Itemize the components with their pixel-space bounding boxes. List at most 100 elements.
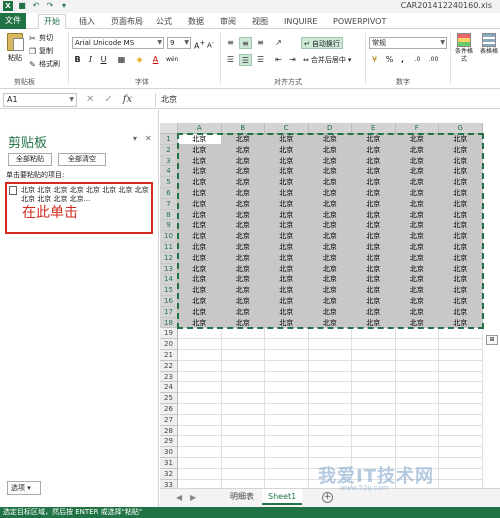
- cell[interactable]: [352, 393, 396, 404]
- column-header-a[interactable]: A: [178, 123, 222, 134]
- increase-font-icon[interactable]: A+: [194, 37, 205, 51]
- cell[interactable]: 北京: [265, 252, 309, 264]
- cell[interactable]: 北京: [308, 177, 352, 188]
- cell[interactable]: [395, 339, 439, 350]
- cell[interactable]: 北京: [221, 209, 265, 221]
- cell[interactable]: [178, 468, 222, 480]
- cell[interactable]: [395, 393, 439, 404]
- row-header[interactable]: 31: [160, 458, 178, 469]
- cell[interactable]: 北京: [395, 263, 439, 275]
- italic-icon[interactable]: I: [85, 54, 96, 66]
- cell[interactable]: 北京: [352, 285, 396, 296]
- percent-icon[interactable]: %: [384, 54, 395, 66]
- cell[interactable]: 北京: [308, 155, 352, 167]
- row-header[interactable]: 16: [160, 296, 178, 307]
- cell[interactable]: [395, 436, 439, 448]
- cell[interactable]: 北京: [221, 198, 265, 210]
- row-header[interactable]: 19: [160, 328, 178, 340]
- cell[interactable]: 北京: [178, 198, 222, 210]
- sheet-tab-sheet1[interactable]: Sheet1: [262, 489, 303, 505]
- format-as-table-button[interactable]: 表格格: [478, 33, 500, 56]
- cell[interactable]: 北京: [439, 155, 483, 167]
- paste-button[interactable]: 粘贴: [4, 33, 26, 69]
- cancel-icon[interactable]: ✕: [86, 93, 94, 107]
- cell[interactable]: 北京: [265, 274, 309, 286]
- cell[interactable]: [265, 350, 309, 361]
- cell[interactable]: 北京: [352, 306, 396, 318]
- cell[interactable]: [352, 436, 396, 448]
- format-painter-button[interactable]: ✎ 格式刷: [28, 59, 60, 70]
- name-box[interactable]: A1 ▼: [3, 93, 77, 107]
- cell[interactable]: 北京: [352, 198, 396, 210]
- row-header[interactable]: 15: [160, 285, 178, 296]
- row-header[interactable]: 9: [160, 220, 178, 232]
- cell[interactable]: [439, 393, 483, 404]
- cell[interactable]: [178, 425, 222, 437]
- cell[interactable]: 北京: [308, 209, 352, 221]
- cell[interactable]: 北京: [439, 317, 483, 329]
- cell[interactable]: [439, 479, 483, 488]
- cell[interactable]: [395, 425, 439, 437]
- cell[interactable]: 北京: [352, 231, 396, 242]
- cell[interactable]: [439, 350, 483, 361]
- row-header[interactable]: 22: [160, 360, 178, 372]
- cell[interactable]: 北京: [352, 263, 396, 275]
- cell[interactable]: [265, 328, 309, 340]
- row-header[interactable]: 12: [160, 252, 178, 264]
- cell[interactable]: [308, 350, 352, 361]
- cell[interactable]: 北京: [352, 252, 396, 264]
- cell[interactable]: 北京: [265, 285, 309, 296]
- cell[interactable]: [439, 382, 483, 394]
- cell[interactable]: 北京: [439, 231, 483, 242]
- cell[interactable]: [352, 447, 396, 458]
- options-button[interactable]: 选项 ▾: [7, 481, 41, 495]
- copy-button[interactable]: ❐ 复制: [28, 46, 53, 57]
- cell[interactable]: 北京: [178, 166, 222, 178]
- cell[interactable]: [221, 458, 265, 469]
- cell[interactable]: 北京: [308, 252, 352, 264]
- cell[interactable]: 北京: [439, 263, 483, 275]
- cell[interactable]: [265, 479, 309, 488]
- cell[interactable]: [221, 328, 265, 340]
- insert-function-icon[interactable]: fx: [123, 93, 132, 107]
- tab-powerpivot[interactable]: POWERPIVOT: [328, 15, 391, 28]
- cell[interactable]: [265, 458, 309, 469]
- cell[interactable]: [352, 425, 396, 437]
- cell[interactable]: 北京: [265, 231, 309, 242]
- cell[interactable]: 北京: [395, 188, 439, 199]
- cell[interactable]: 北京: [178, 155, 222, 167]
- cell[interactable]: [221, 414, 265, 426]
- cell[interactable]: [352, 382, 396, 394]
- tab-formulas[interactable]: 公式: [151, 15, 177, 28]
- cell[interactable]: 北京: [265, 317, 309, 329]
- cell[interactable]: [221, 436, 265, 448]
- active-cell[interactable]: 北京: [178, 134, 222, 145]
- cell[interactable]: 北京: [352, 296, 396, 307]
- cell[interactable]: [221, 350, 265, 361]
- add-sheet-icon[interactable]: +: [322, 492, 333, 503]
- row-header[interactable]: 8: [160, 209, 178, 221]
- cell[interactable]: 北京: [265, 296, 309, 307]
- cell[interactable]: [395, 350, 439, 361]
- cell[interactable]: 北京: [395, 177, 439, 188]
- cell[interactable]: 北京: [178, 188, 222, 199]
- cell[interactable]: [395, 360, 439, 372]
- cell[interactable]: [439, 360, 483, 372]
- cell[interactable]: [352, 339, 396, 350]
- cell[interactable]: [221, 468, 265, 480]
- cell[interactable]: 北京: [178, 306, 222, 318]
- cell[interactable]: [308, 371, 352, 383]
- cell[interactable]: [352, 371, 396, 383]
- row-header[interactable]: 24: [160, 382, 178, 394]
- cell[interactable]: 北京: [395, 198, 439, 210]
- column-header-d[interactable]: D: [308, 123, 352, 134]
- cell[interactable]: 北京: [308, 144, 352, 156]
- border-icon[interactable]: ▦: [116, 54, 127, 66]
- row-header[interactable]: 3: [160, 155, 178, 167]
- cell[interactable]: 北京: [352, 155, 396, 167]
- row-header[interactable]: 32: [160, 468, 178, 480]
- clear-all-button[interactable]: 全部清空: [58, 153, 106, 166]
- cell[interactable]: 北京: [265, 134, 309, 145]
- cell[interactable]: [308, 436, 352, 448]
- row-header[interactable]: 25: [160, 393, 178, 404]
